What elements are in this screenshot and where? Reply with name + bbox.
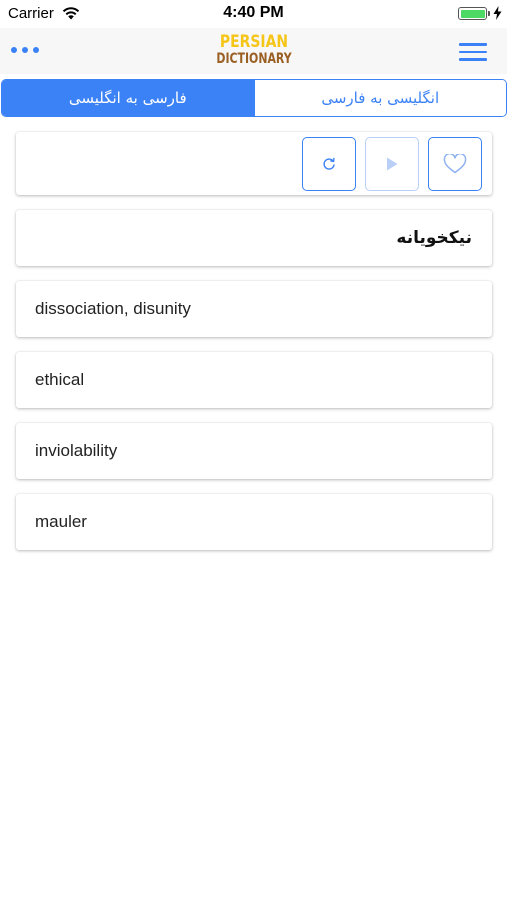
status-bar: Carrier 4:40 PM xyxy=(0,0,507,28)
favorite-button[interactable] xyxy=(428,137,482,191)
word-actions-card xyxy=(16,132,492,195)
charging-bolt-icon xyxy=(493,6,502,20)
hamburger-menu-button[interactable] xyxy=(459,43,487,61)
translation-text: ethical xyxy=(35,370,85,389)
ellipsis-icon xyxy=(33,47,39,53)
more-options-button[interactable] xyxy=(8,38,42,62)
battery-tip xyxy=(488,11,490,16)
direction-segmented-control: فارسی به انگلیسی انگلیسی به فارسی xyxy=(1,79,507,117)
logo-line-persian: PERSIAN xyxy=(219,32,289,52)
refresh-button[interactable] xyxy=(302,137,356,191)
segment-persian-to-english[interactable]: فارسی به انگلیسی xyxy=(2,80,254,116)
list-item[interactable]: dissociation, disunity xyxy=(16,281,492,337)
search-word-card: نیکخویانه xyxy=(16,210,492,266)
search-word: نیکخویانه xyxy=(396,228,472,248)
app-logo: PERSIAN DICTIONARY xyxy=(204,34,304,68)
translation-text: mauler xyxy=(35,512,87,531)
translation-text: inviolability xyxy=(35,441,118,460)
nav-bar: PERSIAN DICTIONARY xyxy=(0,28,507,74)
ellipsis-icon xyxy=(11,47,17,53)
hamburger-icon xyxy=(459,50,487,53)
hamburger-icon xyxy=(459,58,487,61)
battery-icon xyxy=(458,7,487,20)
heart-icon xyxy=(443,154,467,174)
ellipsis-icon xyxy=(22,47,28,53)
hamburger-icon xyxy=(459,43,487,46)
play-pronunciation-button[interactable] xyxy=(365,137,419,191)
play-icon xyxy=(387,157,398,171)
segment-english-to-persian[interactable]: انگلیسی به فارسی xyxy=(253,80,506,116)
status-time: 4:40 PM xyxy=(223,4,284,21)
list-item[interactable]: mauler xyxy=(16,494,492,550)
translation-text: dissociation, disunity xyxy=(35,299,191,318)
list-item[interactable]: ethical xyxy=(16,352,492,408)
logo-line-dictionary: DICTIONARY xyxy=(216,51,292,67)
battery-fill xyxy=(460,9,485,18)
refresh-icon xyxy=(323,157,335,170)
list-item[interactable]: inviolability xyxy=(16,423,492,479)
